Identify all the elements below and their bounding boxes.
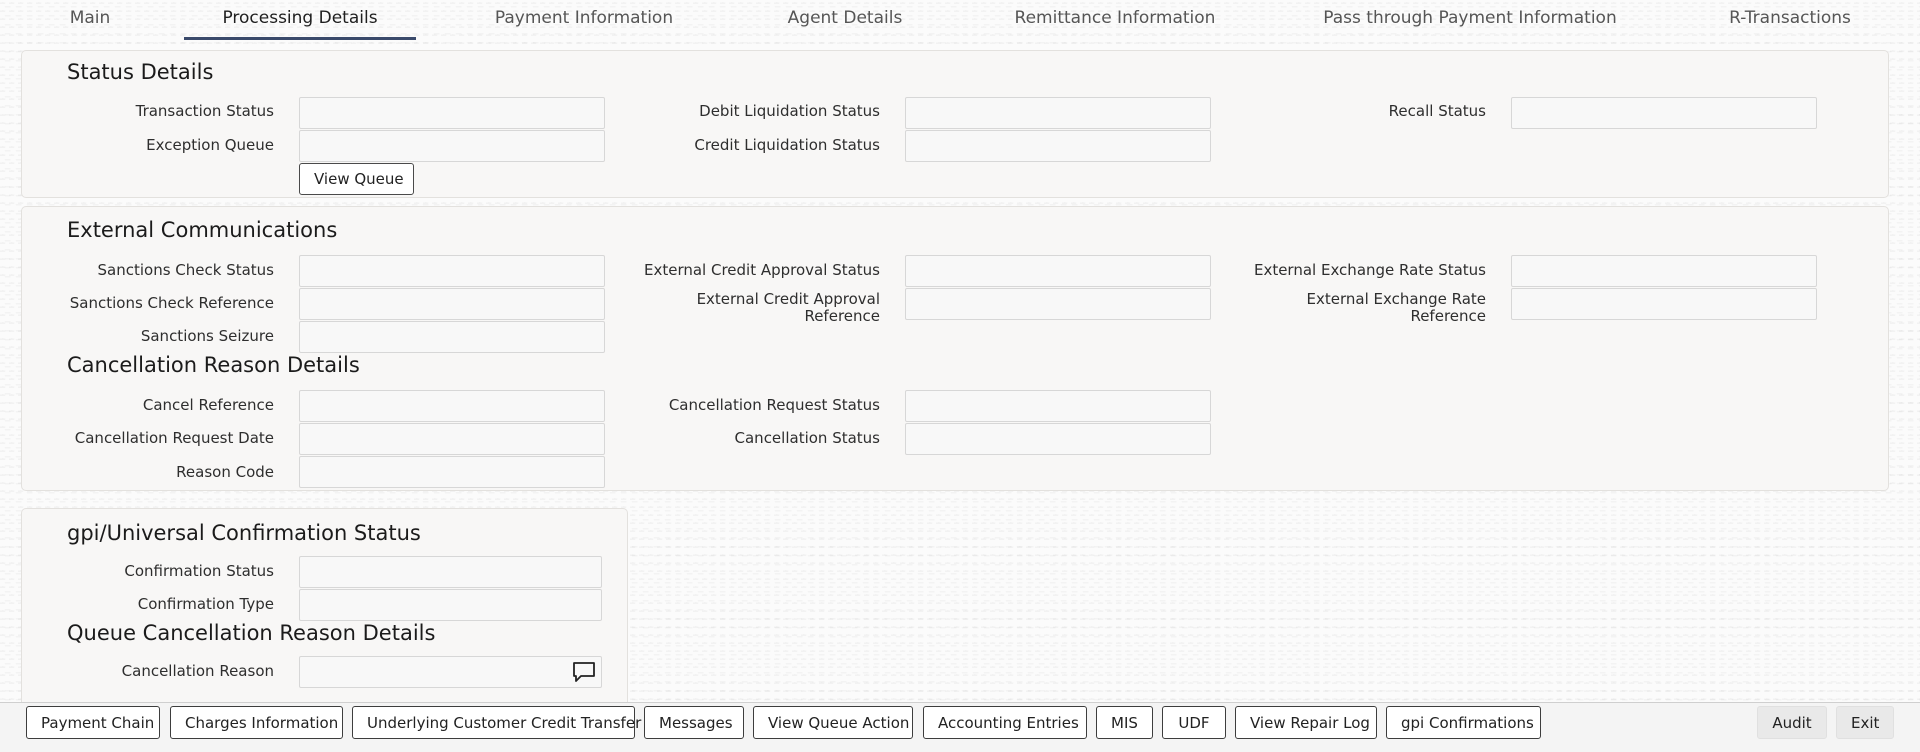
external-credit-approval-status-label: External Credit Approval Status [643,261,880,279]
tab-r-transactions[interactable]: R-Transactions [1705,0,1875,38]
reason-code-label: Reason Code [176,463,274,481]
sanctions-check-status-label: Sanctions Check Status [97,261,275,279]
external-credit-approval-reference-field[interactable] [905,288,1211,320]
external-communications-title: External Communications [67,218,338,242]
gpi-confirmations-button[interactable]: gpi Confirmations [1386,706,1541,739]
messages-button[interactable]: Messages [644,706,744,739]
reason-code-field[interactable] [299,456,605,488]
charges-information-button[interactable]: Charges Information [170,706,343,739]
sanctions-seizure-label: Sanctions Seizure [140,327,274,345]
recall-status-field[interactable] [1511,97,1817,129]
accounting-entries-button[interactable]: Accounting Entries [923,706,1087,739]
tab-payment-information[interactable]: Payment Information [470,0,698,38]
sanctions-check-reference-label: Sanctions Check Reference [69,294,274,312]
cancellation-reason-details-title: Cancellation Reason Details [67,353,360,377]
cancellation-request-date-field[interactable] [299,423,605,455]
mis-button[interactable]: MIS [1096,706,1153,739]
message-icon[interactable] [572,661,596,683]
cancellation-status-field[interactable] [905,423,1211,455]
confirmation-type-field[interactable] [299,589,602,621]
exception-queue-field[interactable] [299,130,605,162]
tab-bar: Main Processing Details Payment Informat… [0,0,1920,40]
credit-liquidation-status-label: Credit Liquidation Status [694,136,880,154]
external-exchange-rate-reference-label: External Exchange Rate Reference [1306,290,1486,325]
cancel-reference-field[interactable] [299,390,605,422]
udf-button[interactable]: UDF [1162,706,1226,739]
tab-pass-through-payment-information[interactable]: Pass through Payment Information [1300,0,1640,38]
sanctions-seizure-field[interactable] [299,321,605,353]
debit-liquidation-status-field[interactable] [905,97,1211,129]
underlying-customer-credit-transfer-button[interactable]: Underlying Customer Credit Transfer [352,706,641,739]
external-exchange-rate-status-label: External Exchange Rate Status [1253,261,1486,279]
external-credit-approval-status-field[interactable] [905,255,1211,287]
sanctions-check-reference-field[interactable] [299,288,605,320]
external-credit-approval-reference-label: External Credit Approval Reference [696,290,880,325]
cancellation-reason-field[interactable] [299,656,602,688]
external-exchange-rate-status-field[interactable] [1511,255,1817,287]
cancellation-request-status-field[interactable] [905,390,1211,422]
audit-button[interactable]: Audit [1757,706,1827,739]
tab-agent-details[interactable]: Agent Details [760,0,930,38]
sanctions-check-status-field[interactable] [299,255,605,287]
exception-queue-label: Exception Queue [146,136,274,154]
tab-processing-details[interactable]: Processing Details [184,0,416,40]
status-details-title: Status Details [67,60,214,84]
view-queue-action-button[interactable]: View Queue Action [753,706,913,739]
transaction-status-field[interactable] [299,97,605,129]
confirmation-status-field[interactable] [299,556,602,588]
exit-button[interactable]: Exit [1836,706,1894,739]
view-queue-button[interactable]: View Queue [299,163,414,195]
tab-main[interactable]: Main [50,0,130,38]
confirmation-type-label: Confirmation Type [137,595,274,613]
view-repair-log-button[interactable]: View Repair Log [1235,706,1377,739]
cancellation-request-status-label: Cancellation Request Status [668,396,880,414]
cancellation-reason-label: Cancellation Reason [121,662,274,680]
payment-chain-button[interactable]: Payment Chain [26,706,160,739]
external-exchange-rate-reference-field[interactable] [1511,288,1817,320]
cancellation-request-date-label: Cancellation Request Date [74,429,274,447]
tab-remittance-information[interactable]: Remittance Information [990,0,1240,38]
gpi-confirmation-status-title: gpi/Universal Confirmation Status [67,521,421,545]
cancellation-status-label: Cancellation Status [734,429,880,447]
confirmation-status-label: Confirmation Status [124,562,274,580]
transaction-status-label: Transaction Status [135,102,274,120]
queue-cancellation-reason-details-title: Queue Cancellation Reason Details [67,621,436,645]
cancel-reference-label: Cancel Reference [142,396,274,414]
credit-liquidation-status-field[interactable] [905,130,1211,162]
recall-status-label: Recall Status [1388,102,1486,120]
debit-liquidation-status-label: Debit Liquidation Status [699,102,880,120]
